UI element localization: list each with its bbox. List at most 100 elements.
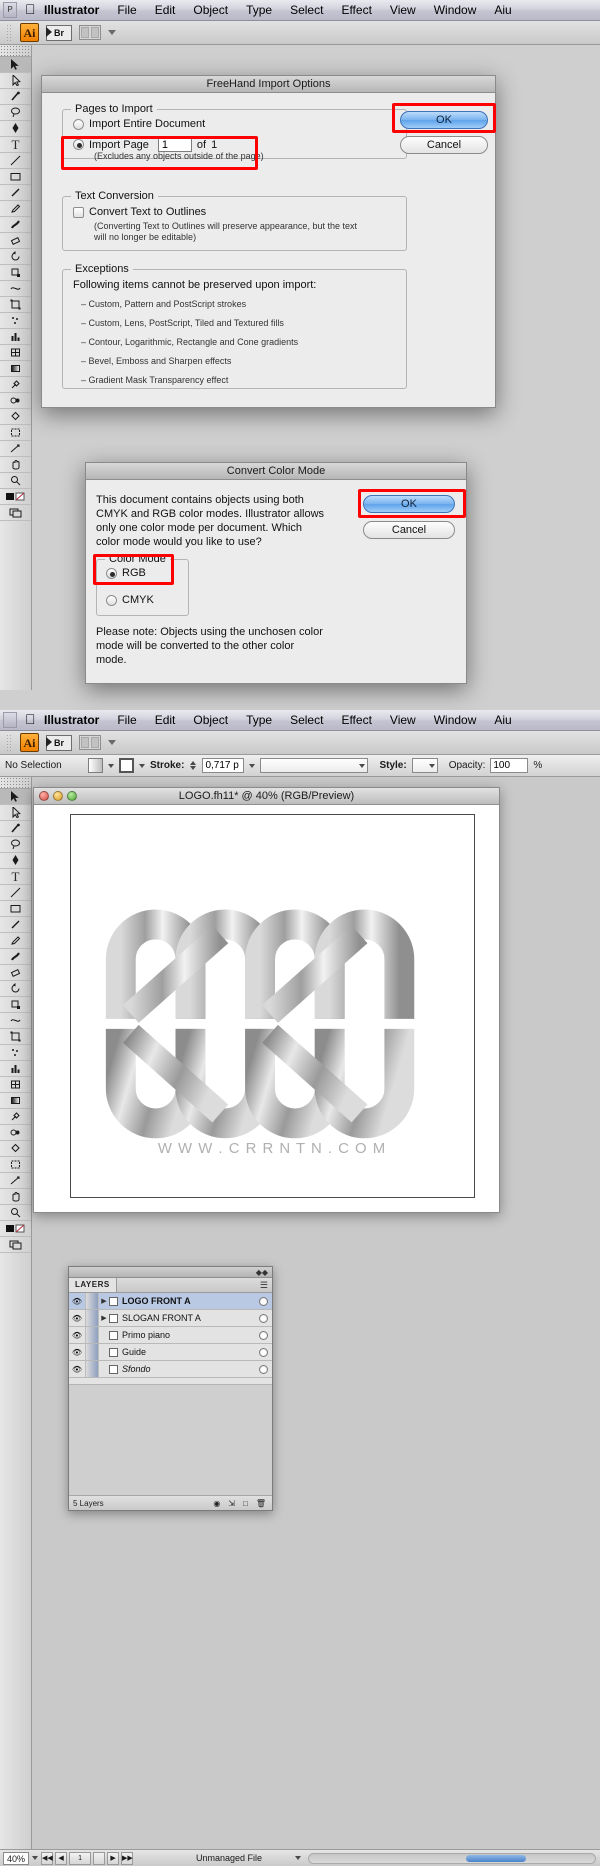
arrange-documents-icon[interactable] <box>79 25 101 40</box>
create-new-layer-icon[interactable]: □ <box>243 1499 248 1508</box>
toolbar-drag-grip[interactable] <box>6 23 13 42</box>
tool-mesh-2[interactable] <box>0 1077 31 1093</box>
toolbar-drag-grip-2[interactable] <box>6 733 13 752</box>
artboard[interactable]: W W W . C R R N T N . C O M <box>70 814 475 1198</box>
tool-gradient[interactable] <box>0 361 31 377</box>
previous-page-button[interactable]: ◀ <box>55 1851 68 1865</box>
menu-type[interactable]: Type <box>237 3 281 17</box>
layer-name[interactable]: Primo piano <box>122 1330 170 1340</box>
visibility-eye-icon[interactable]: 👁 <box>69 1314 85 1323</box>
first-page-button[interactable]: ◀◀ <box>41 1851 54 1865</box>
tool-type[interactable]: T <box>0 137 31 153</box>
tool-zoom-2[interactable] <box>0 1205 31 1221</box>
tool-slice-2[interactable] <box>0 1173 31 1189</box>
layer-row-2[interactable]: 👁 Primo piano <box>69 1327 272 1344</box>
make-clipping-mask-icon[interactable]: ◉ <box>213 1499 220 1508</box>
layer-row-4[interactable]: 👁 Sfondo <box>69 1361 272 1378</box>
lock-toggle[interactable] <box>85 1293 99 1309</box>
tool-eraser[interactable] <box>0 233 31 249</box>
radio-rgb[interactable] <box>106 567 117 579</box>
menu-view-2[interactable]: View <box>381 713 425 727</box>
visibility-eye-icon[interactable]: 👁 <box>69 1331 85 1340</box>
tab-layers[interactable]: LAYERS <box>69 1278 117 1292</box>
freehand-cancel-button[interactable]: Cancel <box>400 136 488 154</box>
tool-rotate[interactable] <box>0 249 31 265</box>
tool-mesh[interactable] <box>0 345 31 361</box>
menu-window-2[interactable]: Window <box>425 713 486 727</box>
tool-direct-selection-2[interactable] <box>0 805 31 821</box>
fill-chevron-icon[interactable] <box>108 763 114 768</box>
status-chevron-icon[interactable] <box>295 1856 302 1860</box>
tool-line-segment[interactable] <box>0 153 31 169</box>
panel-menu-icon[interactable]: ☰ <box>260 1280 268 1291</box>
tool-hand[interactable] <box>0 457 31 473</box>
lock-toggle[interactable] <box>85 1361 99 1377</box>
brush-definition-combo[interactable] <box>260 758 369 773</box>
tool-magic-wand-2[interactable] <box>0 821 31 837</box>
tool-column-graph[interactable] <box>0 329 31 345</box>
menu-help-2[interactable]: Aiu <box>485 713 520 727</box>
tool-pen[interactable] <box>0 121 31 137</box>
tool-artboard[interactable] <box>0 425 31 441</box>
layers-panel-grip[interactable]: ◆◆ <box>69 1267 272 1278</box>
opacity-input[interactable] <box>490 758 529 773</box>
chevron-down-icon-2[interactable] <box>108 740 116 745</box>
apple-logo-icon-2[interactable]:  <box>19 711 36 729</box>
layer-name[interactable]: LOGO FRONT A <box>122 1296 191 1306</box>
menu-object[interactable]: Object <box>184 3 237 17</box>
lock-toggle[interactable] <box>85 1344 99 1360</box>
tool-gradient-2[interactable] <box>0 1093 31 1109</box>
menu-edit-2[interactable]: Edit <box>146 713 185 727</box>
tool-rectangle-2[interactable] <box>0 901 31 917</box>
stroke-swatch[interactable] <box>119 758 134 773</box>
illustrator-app-icon[interactable]: Ai <box>20 23 39 42</box>
tool-artboard-2[interactable] <box>0 1157 31 1173</box>
menu-view[interactable]: View <box>381 3 425 17</box>
tool-paintbrush[interactable] <box>0 185 31 201</box>
layer-row-3[interactable]: 👁 Guide <box>69 1344 272 1361</box>
delete-layer-icon[interactable]: 🗑 <box>256 1499 266 1508</box>
checkbox-convert-text-to-outlines[interactable] <box>73 206 84 218</box>
arrange-documents-icon-2[interactable] <box>79 735 101 750</box>
menu-file[interactable]: File <box>108 3 145 17</box>
tool-column-graph-2[interactable] <box>0 1061 31 1077</box>
page-chevron-icon[interactable] <box>93 1851 106 1865</box>
tool-eyedropper[interactable] <box>0 377 31 393</box>
go-to-bridge-icon[interactable]: Br <box>46 24 72 41</box>
lock-toggle[interactable] <box>85 1310 99 1326</box>
zoom-level-field[interactable]: 40% <box>3 1851 30 1865</box>
tool-selection-2[interactable] <box>0 789 31 805</box>
tool-live-paint-bucket-2[interactable] <box>0 1141 31 1157</box>
tool-eyedropper-2[interactable] <box>0 1109 31 1125</box>
tool-line-segment-2[interactable] <box>0 885 31 901</box>
layer-row-0[interactable]: 👁 ▶ LOGO FRONT A <box>69 1293 272 1310</box>
tool-zoom[interactable] <box>0 473 31 489</box>
tool-rectangle[interactable] <box>0 169 31 185</box>
apple-logo-icon[interactable]:  <box>19 1 36 19</box>
radio-import-page[interactable] <box>73 139 84 150</box>
tool-blob-brush-2[interactable] <box>0 949 31 965</box>
horizontal-scrollbar[interactable] <box>308 1852 596 1864</box>
page-number-field[interactable]: 1 <box>69 1851 92 1865</box>
menu-app-name-2[interactable]: Illustrator <box>35 713 108 727</box>
layer-name[interactable]: Sfondo <box>122 1364 151 1374</box>
layer-target-icon[interactable] <box>259 1330 268 1340</box>
stroke-chevron-icon[interactable] <box>139 763 145 768</box>
tool-symbol-sprayer[interactable] <box>0 313 31 329</box>
next-page-button[interactable]: ▶ <box>107 1851 120 1865</box>
zoom-button[interactable] <box>67 791 77 801</box>
tool-warp[interactable] <box>0 281 31 297</box>
tool-screen-mode[interactable] <box>0 505 31 521</box>
color-cancel-button[interactable]: Cancel <box>363 521 455 539</box>
tool-fill-stroke-swatches[interactable] <box>0 489 31 505</box>
page-navigation[interactable]: ◀◀ ◀ 1 ▶ ▶▶ <box>41 1851 134 1865</box>
graphic-style-combo[interactable] <box>411 758 438 773</box>
tool-screen-mode-2[interactable] <box>0 1237 31 1253</box>
layer-target-icon[interactable] <box>259 1296 268 1306</box>
tool-fill-stroke-swatches-2[interactable] <box>0 1221 31 1237</box>
expand-triangle-icon[interactable]: ▶ <box>99 1314 109 1322</box>
menu-select[interactable]: Select <box>281 3 332 17</box>
tool-free-transform[interactable] <box>0 297 31 313</box>
tools-palette-grip-2[interactable] <box>0 777 31 789</box>
tool-scale-2[interactable] <box>0 997 31 1013</box>
